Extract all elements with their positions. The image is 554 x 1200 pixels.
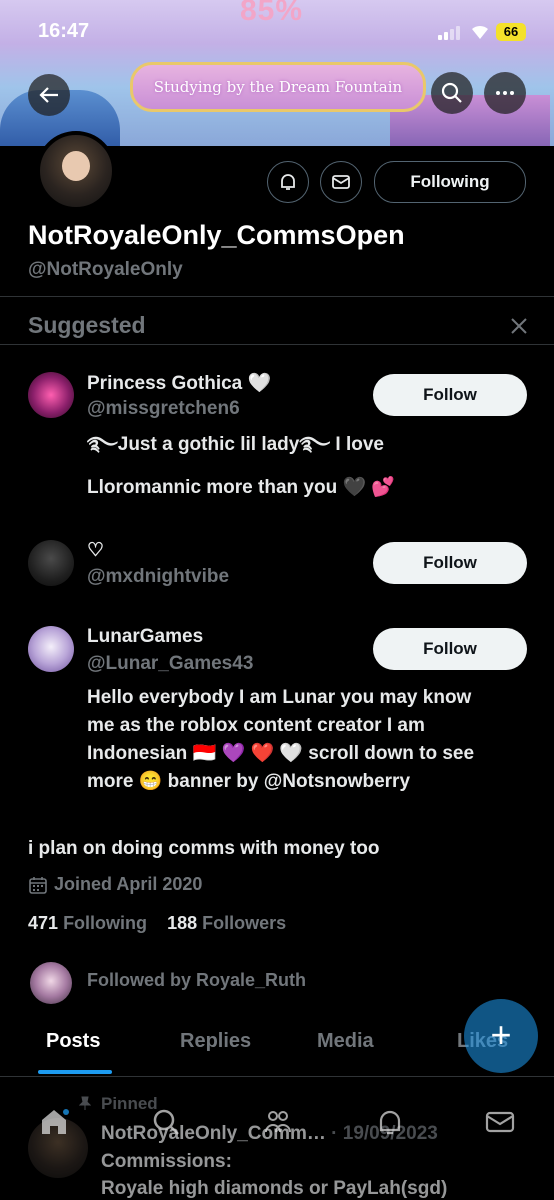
- more-dots-icon: [496, 91, 514, 95]
- suggested-avatar[interactable]: [28, 372, 74, 418]
- profile-avatar[interactable]: [36, 131, 116, 211]
- joined-text: Joined April 2020: [54, 874, 203, 894]
- suggested-avatar[interactable]: [28, 626, 74, 672]
- suggested-handle[interactable]: @Lunar_Games43: [87, 653, 253, 675]
- suggested-bio-line: Indonesian 🇮🇩 💜 ❤️ 🤍 scroll down to see: [87, 743, 475, 764]
- suggested-bio-line: me as the roblox content creator I am: [87, 715, 425, 736]
- suggested-bio-line: Hello everybody I am Lunar you may know: [87, 687, 472, 708]
- communities-icon[interactable]: [262, 1106, 294, 1138]
- divider: [0, 1076, 554, 1077]
- following-button[interactable]: Following: [374, 161, 526, 203]
- back-button[interactable]: [28, 74, 70, 116]
- followers-link[interactable]: 188 Followers: [167, 913, 286, 933]
- suggested-bio-line: Lloromannic more than you 🖤 💕: [87, 477, 396, 498]
- tab-media[interactable]: Media: [317, 1030, 374, 1053]
- notifications-icon[interactable]: [374, 1106, 406, 1138]
- compose-post-button[interactable]: +: [464, 999, 538, 1073]
- tab-replies[interactable]: Replies: [180, 1030, 251, 1053]
- notifications-bell-button[interactable]: [267, 161, 309, 203]
- back-arrow-icon: [39, 87, 58, 103]
- profile-display-name: NotRoyaleOnly_CommsOpen: [28, 220, 405, 250]
- follow-button[interactable]: Follow: [373, 628, 527, 670]
- active-tab-indicator: [38, 1070, 112, 1074]
- profile-bio: i plan on doing comms with money too: [28, 838, 380, 859]
- search-button[interactable]: [431, 72, 473, 114]
- following-label: Following: [63, 913, 148, 933]
- banner-ribbon: Studying by the Dream Fountain: [130, 62, 426, 112]
- messages-icon[interactable]: [484, 1106, 516, 1138]
- suggested-handle[interactable]: @mxdnightvibe: [87, 566, 229, 588]
- suggested-title: Suggested: [28, 312, 146, 338]
- follow-button[interactable]: Follow: [373, 542, 527, 584]
- joined-date: Joined April 2020: [28, 874, 202, 895]
- suggested-bio-line: ࿐Just a gothic lil lady࿐ I love: [87, 434, 384, 455]
- status-bar: 16:47 66: [0, 0, 554, 64]
- suggested-bio-line: more 😁 banner by @Notsnowberry: [87, 771, 411, 792]
- search-nav-icon[interactable]: [150, 1106, 182, 1138]
- banner-ribbon-text: Studying by the Dream Fountain: [153, 78, 403, 96]
- divider: [0, 344, 554, 345]
- followers-label: Followers: [202, 913, 287, 933]
- message-button[interactable]: [320, 161, 362, 203]
- home-icon[interactable]: [38, 1106, 70, 1138]
- calendar-icon: [29, 876, 47, 894]
- following-link[interactable]: 471 Following: [28, 913, 147, 933]
- suggested-handle[interactable]: @missgretchen6: [87, 398, 240, 420]
- suggested-name[interactable]: ♡: [87, 539, 104, 562]
- battery-icon: 66: [496, 23, 526, 41]
- close-suggested-button[interactable]: [510, 314, 528, 342]
- status-time: 16:47: [38, 20, 90, 42]
- more-options-button[interactable]: [484, 72, 526, 114]
- followed-by-avatar[interactable]: [30, 962, 72, 1004]
- search-icon: [441, 82, 462, 103]
- profile-handle: @NotRoyaleOnly: [28, 259, 183, 280]
- follow-counts: 471 Following 188 Followers: [28, 913, 286, 934]
- bell-plus-icon: [281, 174, 295, 190]
- followers-count: 188: [167, 913, 198, 933]
- plus-icon: +: [490, 1014, 512, 1055]
- divider: [0, 296, 554, 297]
- close-icon: [511, 318, 527, 334]
- suggested-name[interactable]: LunarGames: [87, 626, 203, 648]
- suggested-avatar[interactable]: [28, 540, 74, 586]
- bottom-navigation: [0, 1078, 554, 1200]
- follow-button[interactable]: Follow: [373, 374, 527, 416]
- following-count: 471: [28, 913, 59, 933]
- wifi-icon: [472, 25, 488, 39]
- followed-by-text[interactable]: Followed by Royale_Ruth: [87, 970, 306, 991]
- suggested-name[interactable]: Princess Gothica 🤍: [87, 371, 271, 395]
- envelope-icon: [332, 175, 350, 189]
- cellular-signal-icon: [438, 26, 460, 40]
- tab-posts[interactable]: Posts: [46, 1030, 100, 1053]
